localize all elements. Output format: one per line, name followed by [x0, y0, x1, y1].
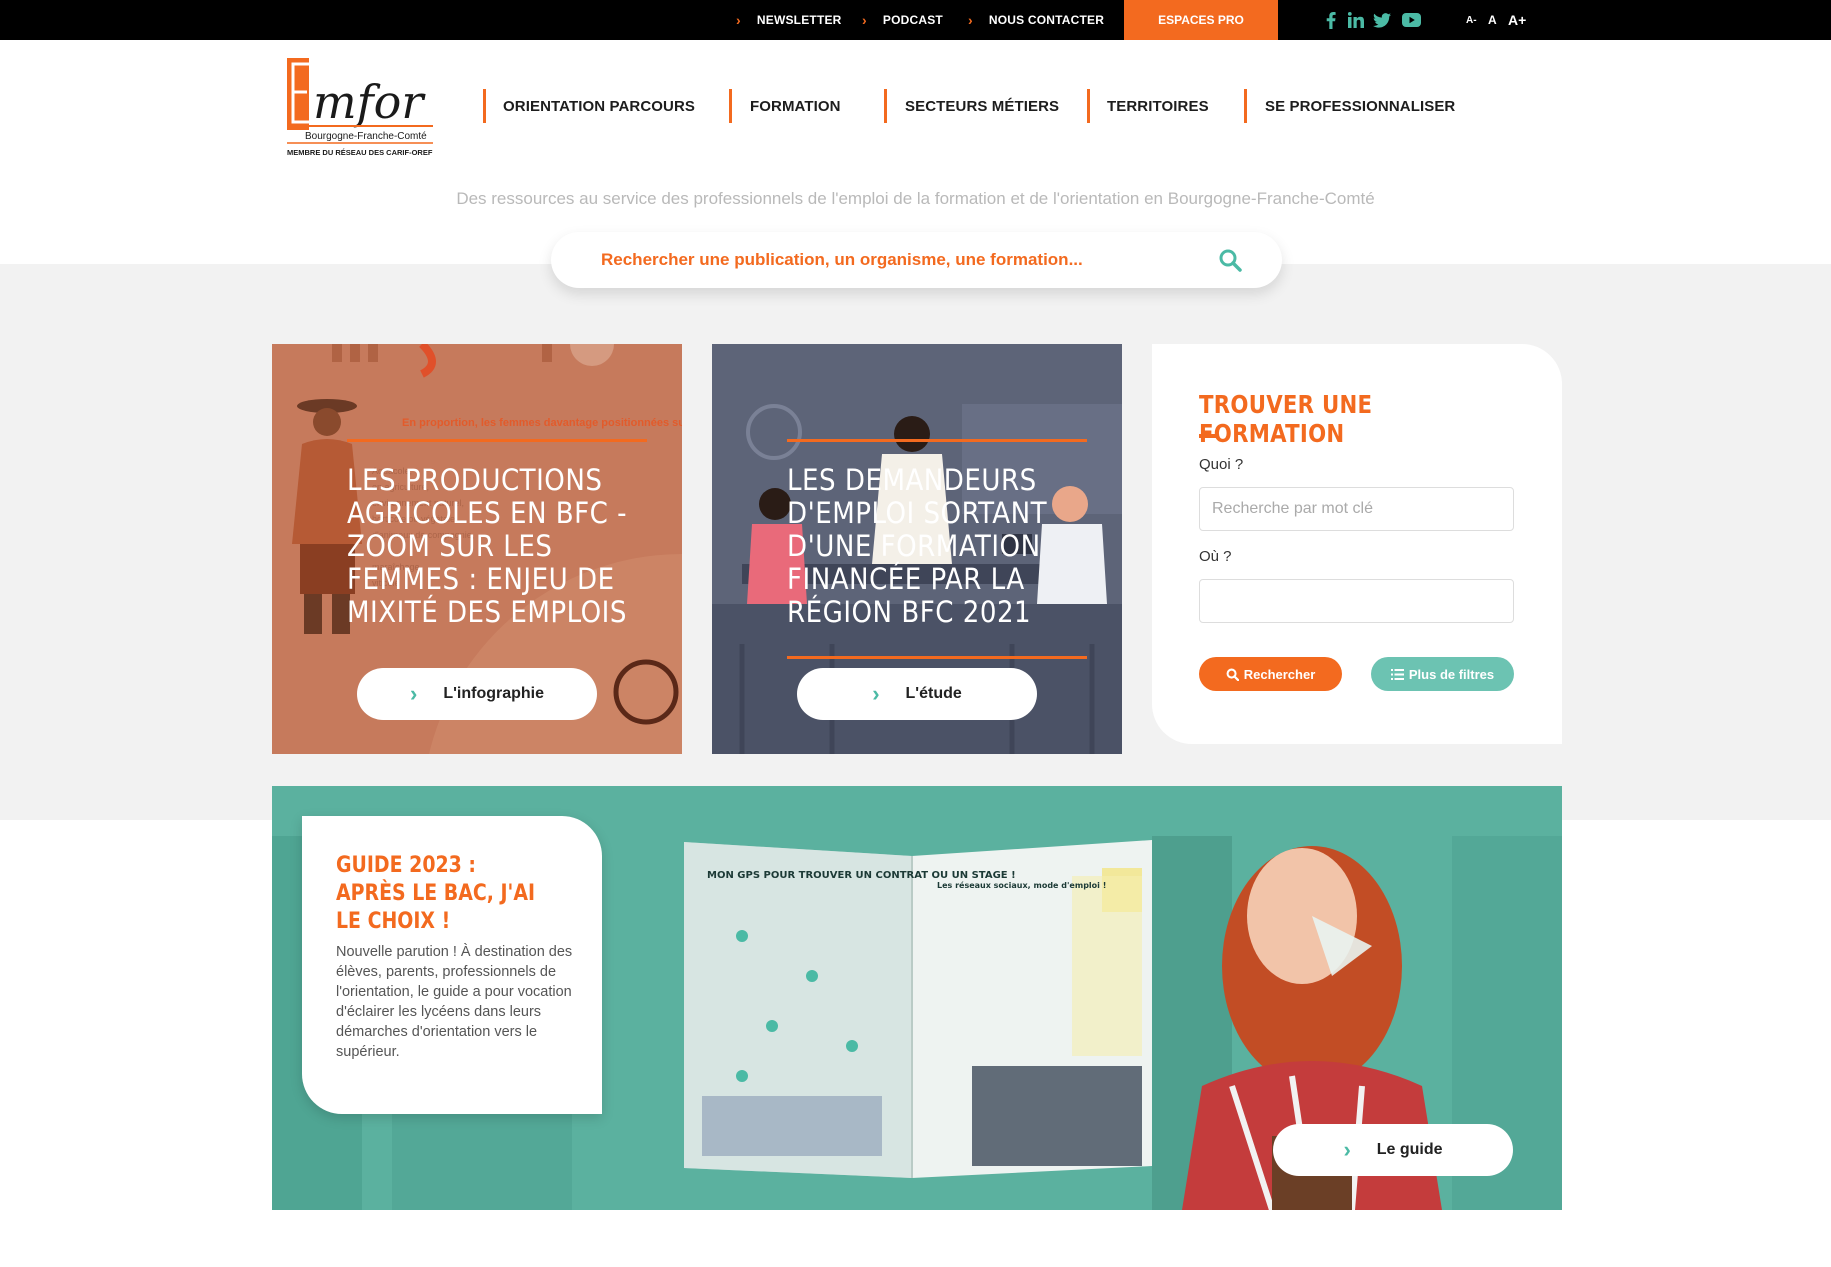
emfor-logo[interactable]: mfor Bourgogne-Franche-Comté MEMBRE DU R…: [283, 52, 443, 160]
nav-separator: [483, 89, 486, 123]
nav-separator: [884, 89, 887, 123]
chevron-right-icon: ›: [1343, 1137, 1351, 1162]
nav-territoires[interactable]: TERRITOIRES: [1107, 90, 1209, 122]
logo-member-text: MEMBRE DU RÉSEAU DES CARIF-OREF: [287, 148, 433, 157]
publication-card-demandeurs[interactable]: LES DEMANDEURS D'EMPLOI SORTANT D'UNE FO…: [712, 344, 1122, 754]
rechercher-button[interactable]: Rechercher: [1199, 657, 1342, 691]
nav-separator: [1087, 89, 1090, 123]
podcast-link[interactable]: › PODCAST: [862, 0, 943, 40]
espaces-pro-button[interactable]: ESPACES PRO: [1124, 0, 1278, 40]
chevron-right-icon: ›: [968, 12, 973, 28]
search-icon: [1226, 668, 1239, 681]
card-title-underline-top: [787, 439, 1087, 442]
contact-link[interactable]: › NOUS CONTACTER: [968, 0, 1104, 40]
linkedin-icon[interactable]: [1347, 11, 1364, 29]
book-heading-2: Les réseaux sociaux, mode d'emploi !: [937, 880, 1106, 890]
search-input[interactable]: Rechercher une publication, un organisme…: [601, 232, 1083, 288]
title-accent-dash: [1199, 434, 1219, 438]
list-icon: [1390, 668, 1404, 680]
ou-label: Où ?: [1199, 548, 1232, 565]
font-reset-button[interactable]: A: [1488, 0, 1497, 40]
nav-secteurs-metiers[interactable]: SECTEURS MÉTIERS: [905, 90, 1059, 122]
le-guide-button[interactable]: › Le guide: [1273, 1124, 1513, 1176]
infographie-button[interactable]: › L'infographie: [357, 668, 597, 720]
bg-infographic-text: En proportion, les femmes davantage posi…: [402, 417, 682, 429]
search-bar[interactable]: Rechercher une publication, un organisme…: [551, 232, 1282, 288]
chevron-right-icon: ›: [872, 681, 880, 706]
font-decrease-button[interactable]: A-: [1466, 0, 1477, 40]
logo-region-text: Bourgogne-Franche-Comté: [305, 131, 427, 142]
book-heading: MON GPS POUR TROUVER UN CONTRAT OU UN ST…: [707, 870, 1016, 881]
font-increase-button[interactable]: A+: [1508, 0, 1526, 40]
nav-se-professionnaliser[interactable]: SE PROFESSIONNALISER: [1265, 90, 1455, 122]
card-title: LES PRODUCTIONS AGRICOLES EN BFC - ZOOM …: [347, 463, 628, 629]
chevron-right-icon: ›: [409, 681, 418, 706]
nav-separator: [1244, 89, 1247, 123]
panel-title: TROUVER UNE FORMATION: [1199, 390, 1373, 448]
publication-card-agriculture[interactable]: En proportion, les femmes davantage posi…: [272, 344, 682, 754]
card-title: LES DEMANDEURS D'EMPLOI SORTANT D'UNE FO…: [787, 463, 1048, 629]
nav-separator: [729, 89, 732, 123]
location-input[interactable]: [1199, 579, 1514, 623]
guide-info-card: GUIDE 2023 : APRÈS LE BAC, J'AI LE CHOIX…: [302, 816, 602, 1114]
facebook-icon[interactable]: [1325, 11, 1337, 29]
open-book-illustration: MON GPS POUR TROUVER UN CONTRAT OU UN ST…: [684, 840, 1152, 1178]
quoi-label: Quoi ?: [1199, 456, 1244, 473]
nav-formation[interactable]: FORMATION: [750, 90, 841, 122]
card-title-underline: [787, 656, 1087, 659]
etude-button[interactable]: › L'étude: [797, 668, 1037, 720]
nav-orientation-parcours[interactable]: ORIENTATION PARCOURS: [503, 90, 695, 122]
keyword-input[interactable]: Recherche par mot clé: [1199, 487, 1514, 531]
search-icon[interactable]: [1218, 248, 1242, 272]
twitter-icon[interactable]: [1373, 11, 1391, 29]
tagline: Des ressources au service des profession…: [456, 189, 1375, 208]
youtube-icon[interactable]: [1401, 11, 1421, 29]
guide-description: Nouvelle parution ! À destination des él…: [336, 944, 573, 1060]
svg-text:mfor: mfor: [313, 75, 426, 129]
top-bar: › NEWSLETTER › PODCAST › NOUS CONTACTER …: [0, 0, 1831, 40]
chevron-right-icon: ›: [736, 12, 741, 28]
newsletter-link[interactable]: › NEWSLETTER: [736, 0, 842, 40]
chevron-right-icon: ›: [862, 12, 867, 28]
guide-title: GUIDE 2023 : APRÈS LE BAC, J'AI LE CHOIX…: [336, 853, 536, 934]
formation-search-panel: TROUVER UNE FORMATION Quoi ? Recherche p…: [1152, 344, 1562, 744]
card-title-underline-top: [347, 439, 647, 442]
plus-de-filtres-button[interactable]: Plus de filtres: [1371, 657, 1514, 691]
